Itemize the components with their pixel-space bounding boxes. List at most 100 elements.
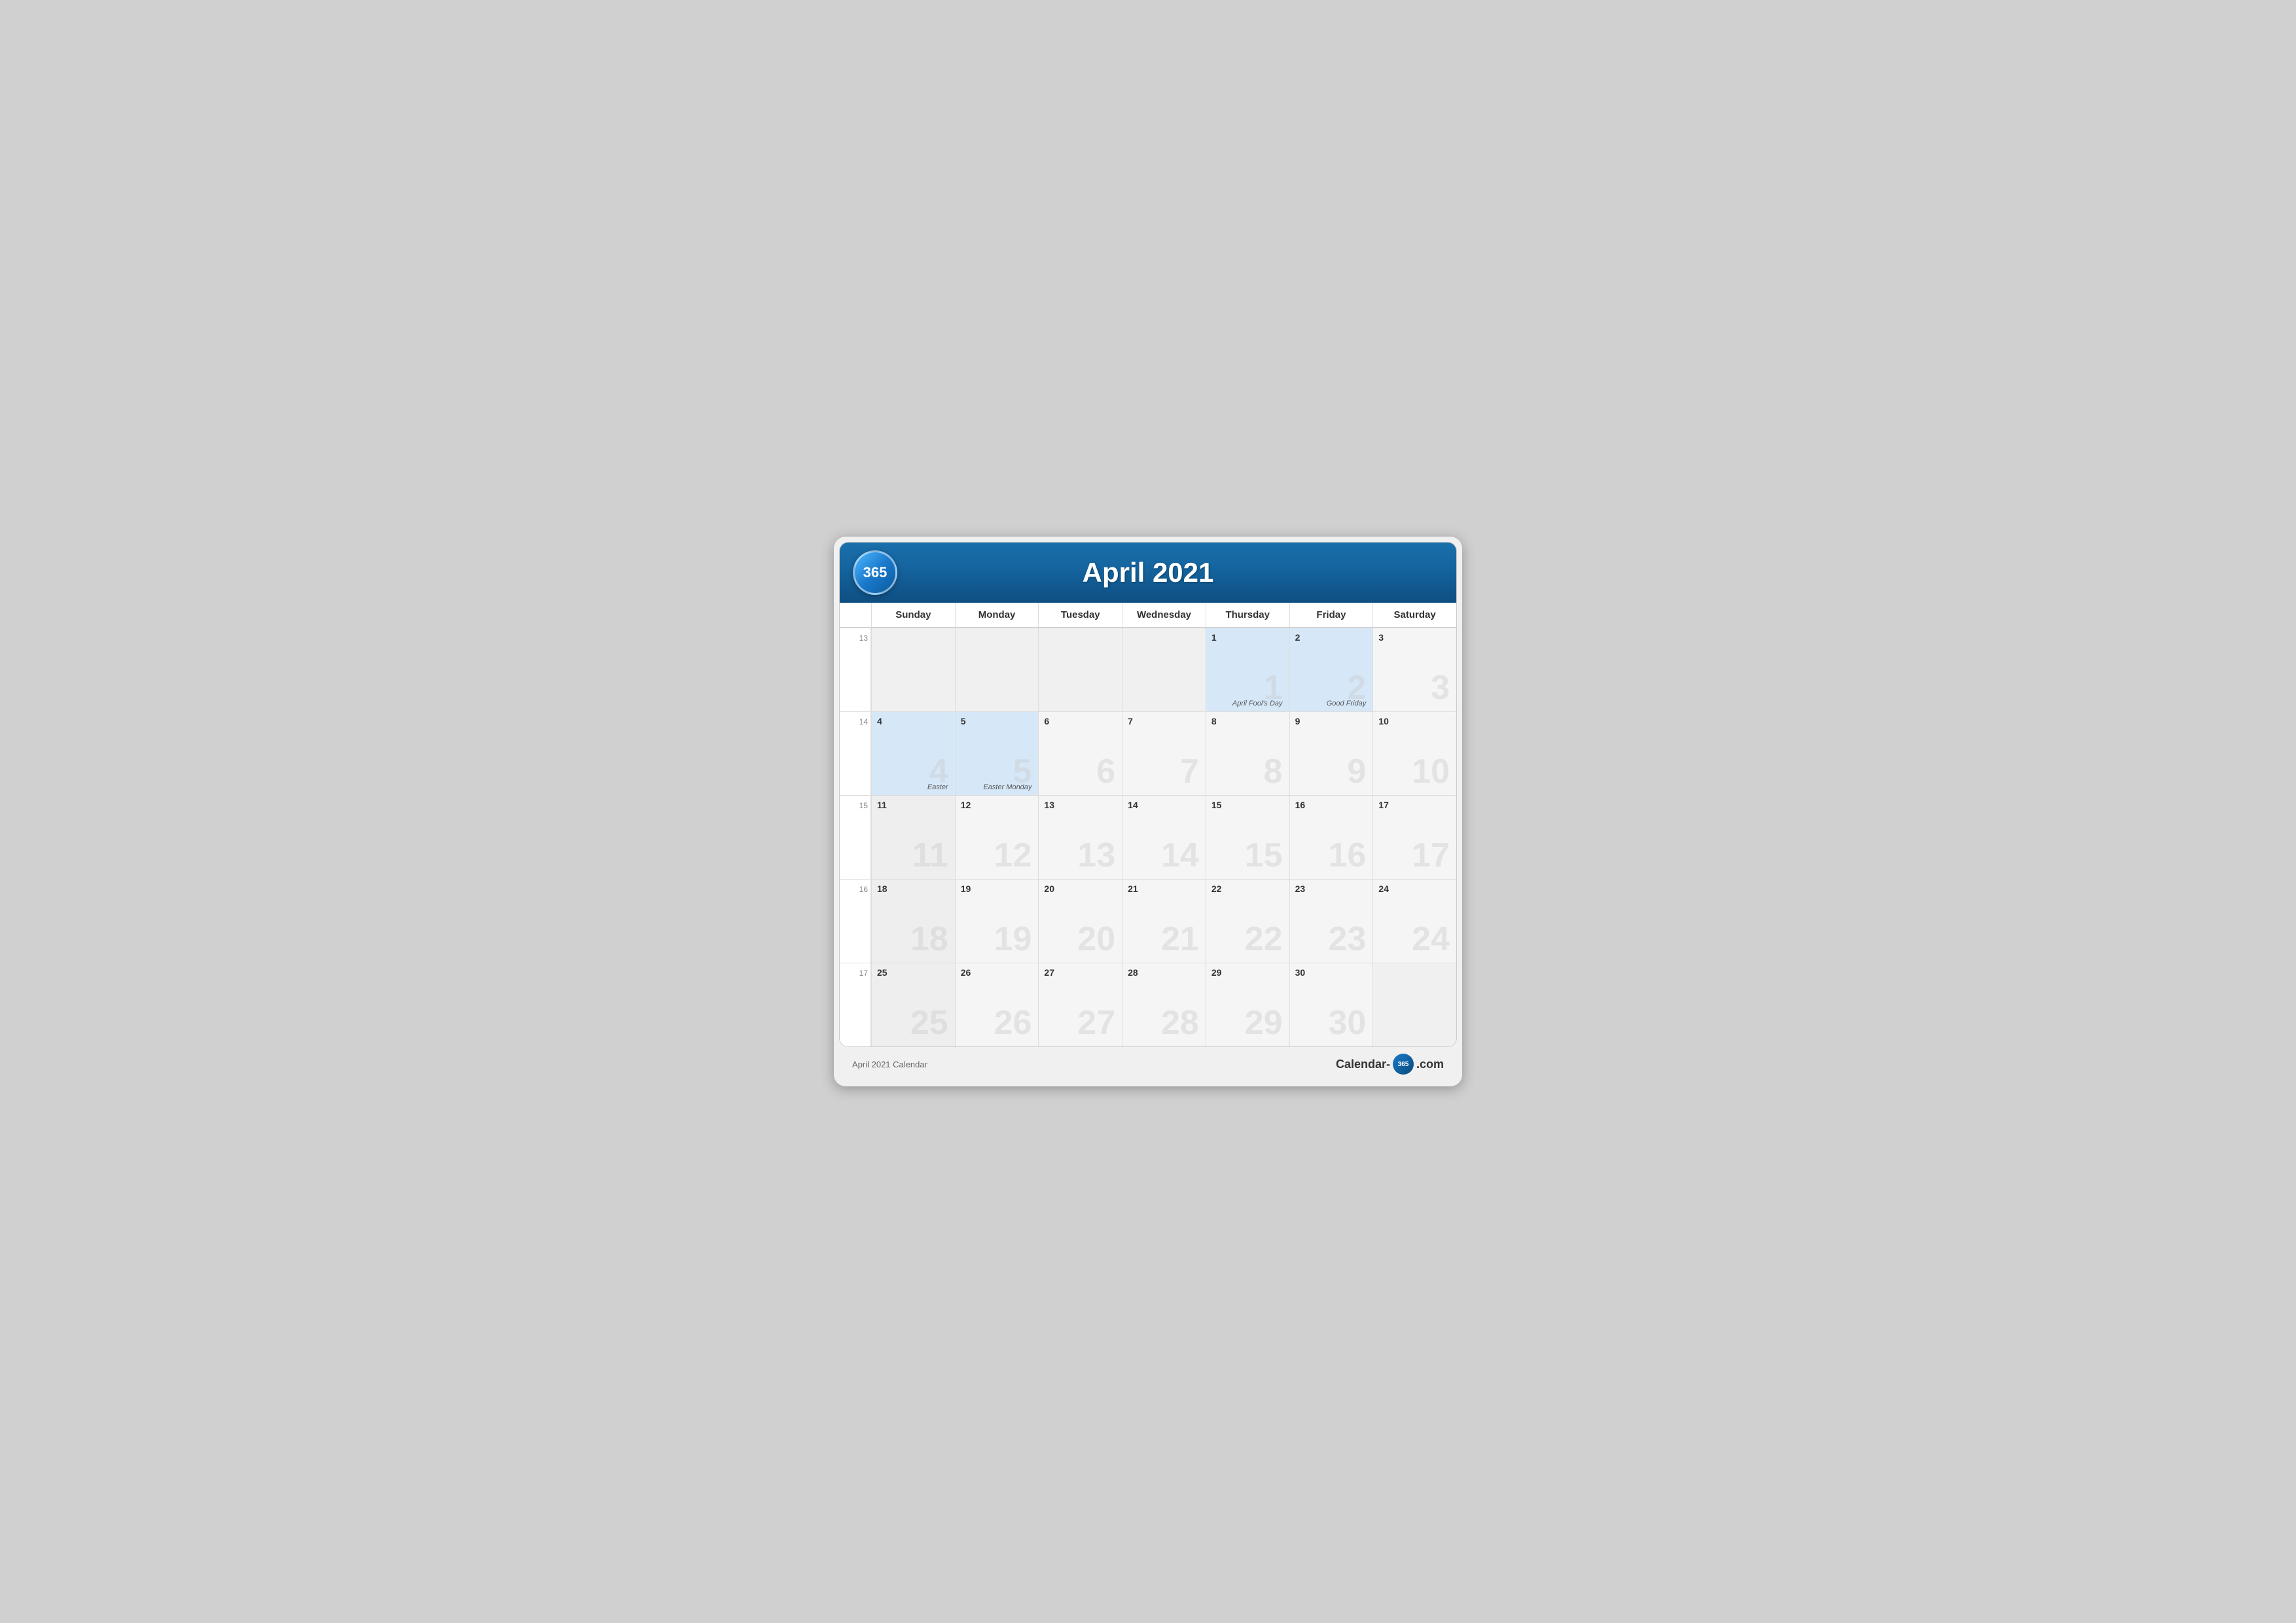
week-number-0: 13: [840, 628, 871, 711]
day-cell-20-w3d2: 2020: [1038, 879, 1122, 963]
day-header-saturday: Saturday: [1372, 603, 1456, 627]
watermark-8: 8: [1264, 755, 1283, 789]
day-cell-empty-w0d3: [1122, 628, 1206, 711]
watermark-1: 1: [1264, 671, 1283, 705]
day-cell-11-w2d0: 11 11: [871, 795, 955, 879]
day-cell-empty-w0d0: [871, 628, 955, 711]
day-header-friday: Friday: [1289, 603, 1373, 627]
day-number-11: 11: [877, 800, 950, 810]
day-number-15: 15: [1211, 800, 1284, 810]
day-number-24: 24: [1378, 883, 1451, 894]
watermark-25: 25: [910, 1006, 948, 1040]
watermark-14: 14: [1161, 838, 1199, 872]
day-cell-19-w3d1: 1919: [955, 879, 1039, 963]
watermark-26: 26: [994, 1006, 1032, 1040]
watermark-21: 21: [1161, 922, 1199, 956]
watermark-11: 11: [912, 838, 948, 872]
day-cell-18-w3d0: 1818: [871, 879, 955, 963]
watermark-6: 6: [1096, 755, 1115, 789]
watermark-7: 7: [1180, 755, 1199, 789]
day-number-27: 27: [1044, 967, 1117, 978]
day-number-1: 1: [1211, 632, 1284, 643]
watermark-20: 20: [1077, 922, 1115, 956]
day-cell-21-w3d3: 21 21: [1122, 879, 1206, 963]
day-number-9: 9: [1295, 716, 1368, 726]
day-number-22: 22: [1211, 883, 1284, 894]
day-header-thursday: Thursday: [1206, 603, 1289, 627]
day-number-25: 25: [877, 967, 950, 978]
day-number-23: 23: [1295, 883, 1368, 894]
day-number-3: 3: [1378, 632, 1451, 643]
day-cell-4-w1d0: 44Easter: [871, 711, 955, 795]
day-number-4: 4: [877, 716, 950, 726]
day-cell-8-w1d4: 88: [1206, 711, 1289, 795]
watermark-15: 15: [1245, 838, 1283, 872]
day-number-26: 26: [961, 967, 1033, 978]
calendar-title: April 2021: [853, 557, 1443, 588]
day-cell-15-w2d4: 1515: [1206, 795, 1289, 879]
day-cell-24-w3d6: 24 24: [1372, 879, 1456, 963]
day-number-20: 20: [1044, 883, 1117, 894]
day-cell-17-w2d6: 1717: [1372, 795, 1456, 879]
day-header-sunday: Sunday: [871, 603, 955, 627]
day-number-19: 19: [961, 883, 1033, 894]
day-number-5: 5: [961, 716, 1033, 726]
day-header-tuesday: Tuesday: [1038, 603, 1122, 627]
watermark-29: 29: [1245, 1006, 1283, 1040]
day-header-monday: Monday: [955, 603, 1039, 627]
day-number-2: 2: [1295, 632, 1368, 643]
day-number-17: 17: [1378, 800, 1451, 810]
day-cell-empty-w0d1: [955, 628, 1039, 711]
watermark-3: 3: [1431, 671, 1450, 705]
day-number-28: 28: [1128, 967, 1200, 978]
day-cell-5-w1d1: 55Easter Monday: [955, 711, 1039, 795]
watermark-22: 22: [1245, 922, 1283, 956]
watermark-19: 19: [994, 922, 1032, 956]
days-of-week-header: Sunday Monday Tuesday Wednesday Thursday…: [840, 603, 1456, 628]
day-number-30: 30: [1295, 967, 1368, 978]
day-number-16: 16: [1295, 800, 1368, 810]
watermark-24: 24: [1412, 922, 1450, 956]
day-number-8: 8: [1211, 716, 1284, 726]
week-number-1: 14: [840, 711, 871, 795]
watermark-13: 13: [1077, 838, 1115, 872]
watermark-23: 23: [1328, 922, 1366, 956]
day-header-wednesday: Wednesday: [1122, 603, 1206, 627]
day-cell-9-w1d5: 99: [1289, 711, 1373, 795]
watermark-10: 10: [1412, 755, 1450, 789]
day-cell-26-w4d1: 26 26: [955, 963, 1039, 1046]
day-cell-6-w1d2: 66: [1038, 711, 1122, 795]
day-cell-29-w4d4: 2929: [1206, 963, 1289, 1046]
week-number-3: 16: [840, 879, 871, 963]
day-cell-25-w4d0: 25 25: [871, 963, 955, 1046]
day-cell-27-w4d2: 27 27: [1038, 963, 1122, 1046]
calendar-footer: April 2021 Calendar Calendar- 365 .com: [839, 1047, 1457, 1081]
day-cell-7-w1d3: 77: [1122, 711, 1206, 795]
day-cell-10-w1d6: 1010: [1372, 711, 1456, 795]
footer-brand: Calendar- 365 .com: [1336, 1054, 1444, 1075]
day-cell-23-w3d5: 23 23: [1289, 879, 1373, 963]
day-number-13: 13: [1044, 800, 1117, 810]
day-cell-28-w4d3: 2828: [1122, 963, 1206, 1046]
day-cell-empty-w0d2: [1038, 628, 1122, 711]
watermark-17: 17: [1412, 838, 1450, 872]
watermark-4: 4: [929, 755, 948, 789]
day-number-21: 21: [1128, 883, 1200, 894]
day-cell-3-w0d6: 33: [1372, 628, 1456, 711]
calendar-wrapper: 3 6 5 April 2021 Sunday Monday Tuesday Wed…: [834, 537, 1462, 1086]
day-number-14: 14: [1128, 800, 1200, 810]
week-number-2: 15: [840, 795, 871, 879]
footer-caption: April 2021 Calendar: [852, 1060, 927, 1069]
day-number-12: 12: [961, 800, 1033, 810]
watermark-9: 9: [1347, 755, 1366, 789]
day-cell-16-w2d5: 1616: [1289, 795, 1373, 879]
day-cell-1-w0d4: 11April Fool's Day: [1206, 628, 1289, 711]
watermark-27: 27: [1077, 1006, 1115, 1040]
day-number-7: 7: [1128, 716, 1200, 726]
week-num-spacer: [840, 603, 871, 627]
day-cell-13-w2d2: 13 13: [1038, 795, 1122, 879]
day-number-18: 18: [877, 883, 950, 894]
day-number-6: 6: [1044, 716, 1117, 726]
day-cell-12-w2d1: 1212: [955, 795, 1039, 879]
calendar-container: 3 6 5 April 2021 Sunday Monday Tuesday Wed…: [839, 542, 1457, 1047]
